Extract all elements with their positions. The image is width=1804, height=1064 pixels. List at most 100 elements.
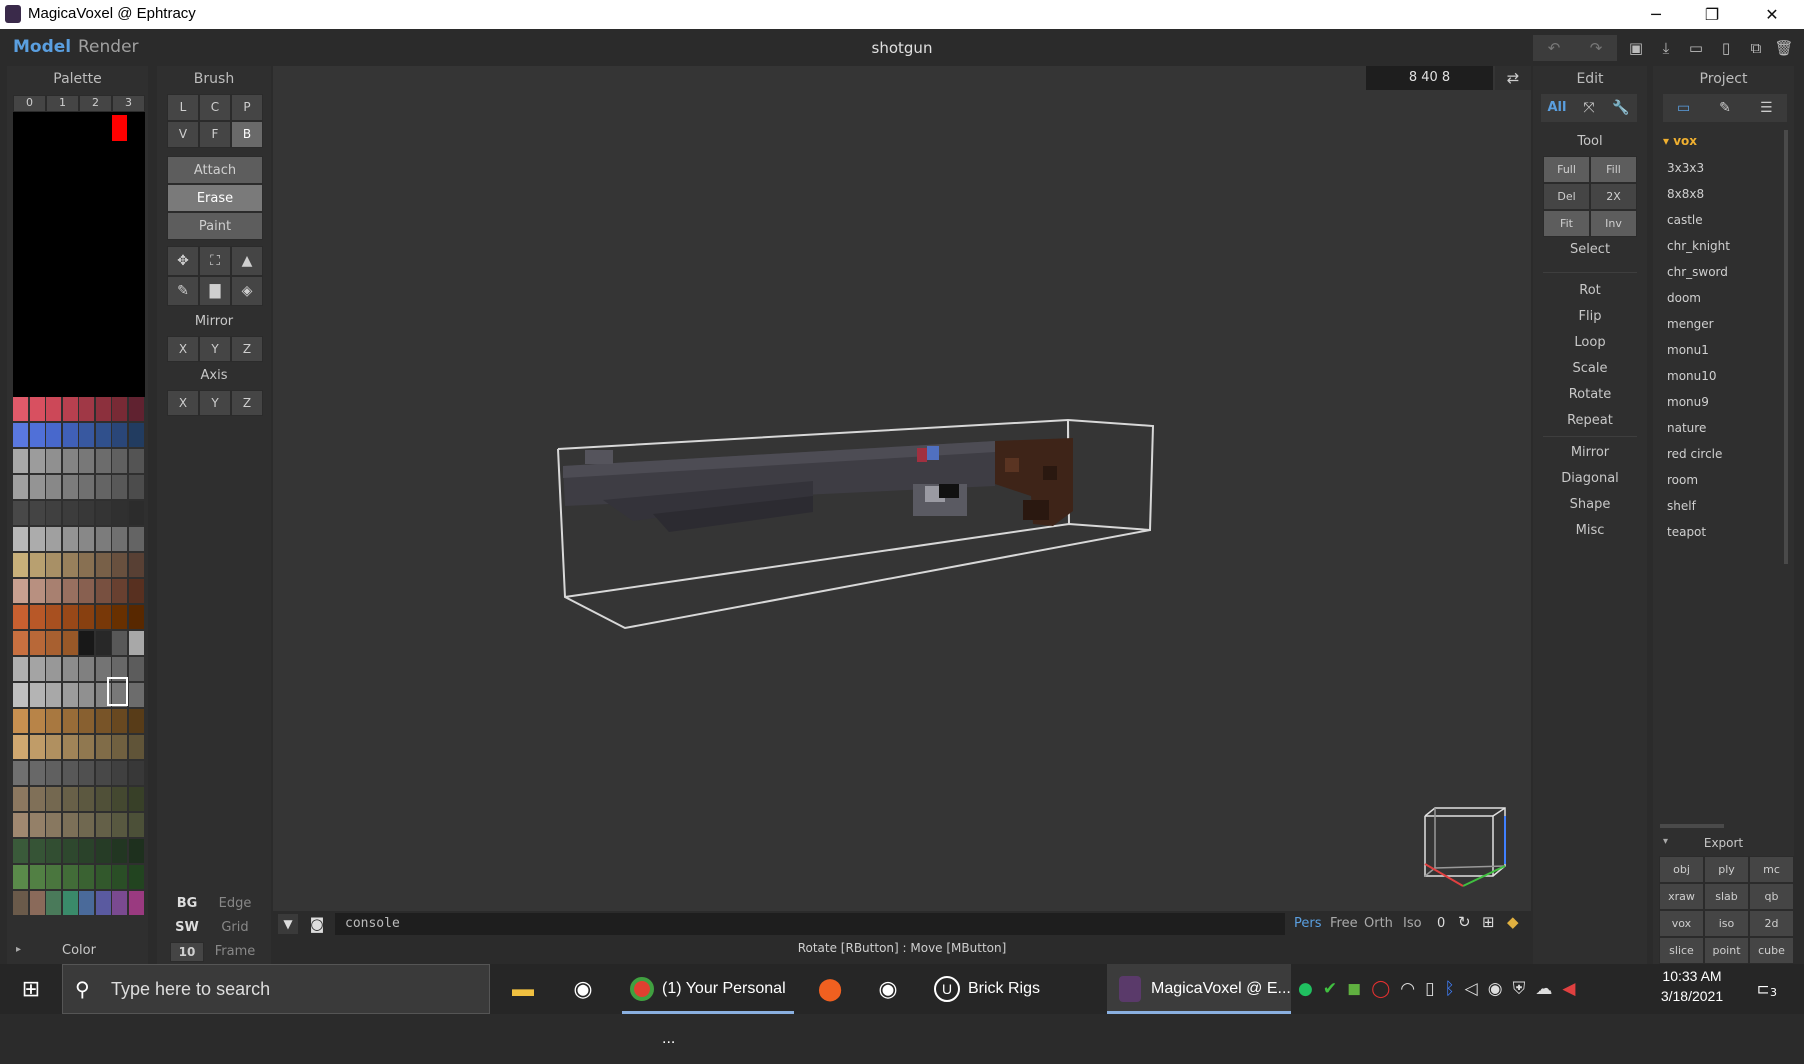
brush-mode-v[interactable]: V <box>167 121 199 148</box>
palette-swatch[interactable] <box>46 761 61 785</box>
save-icon[interactable]: ▣ <box>1622 35 1650 61</box>
palette-swatch[interactable] <box>95 709 111 733</box>
palette-swatch[interactable] <box>46 683 61 707</box>
palette-swatch[interactable] <box>13 891 28 915</box>
voxel-scene[interactable] <box>273 66 1531 911</box>
export-button[interactable]: vox <box>1659 910 1704 937</box>
select-box-icon[interactable]: ⛶ <box>199 246 231 276</box>
palette-swatch[interactable] <box>62 761 78 785</box>
edit-loop-button[interactable]: Loop <box>1533 330 1647 356</box>
blender-icon[interactable]: ⬤ <box>812 964 848 1014</box>
paint-button[interactable]: Paint <box>167 212 263 240</box>
palette-swatch[interactable] <box>95 605 111 629</box>
palette-swatch[interactable] <box>112 579 127 603</box>
palette-swatch[interactable] <box>13 865 28 889</box>
palette-swatch[interactable] <box>95 449 111 473</box>
tray-volume-icon[interactable]: ◁ <box>1465 979 1478 999</box>
palette-swatch[interactable] <box>79 839 94 863</box>
export-button[interactable]: obj <box>1659 856 1704 883</box>
palette-selected-swatch[interactable] <box>107 677 128 706</box>
palette-swatch[interactable] <box>79 761 94 785</box>
export-button[interactable]: mc <box>1749 856 1794 883</box>
steam-icon-2[interactable]: ◉ <box>870 964 906 1014</box>
taskbar-app-magicavoxel[interactable]: MagicaVoxel @ E... <box>1107 964 1291 1014</box>
export-button[interactable]: slab <box>1704 883 1749 910</box>
palette-swatch[interactable] <box>29 527 45 551</box>
folder-icon[interactable]: ▭ <box>1663 94 1704 122</box>
trash-icon[interactable]: ▇ <box>199 276 231 306</box>
erase-button[interactable]: Erase <box>167 184 263 212</box>
palette-swatch[interactable] <box>46 891 61 915</box>
project-item[interactable]: chr_knight <box>1667 239 1777 265</box>
expand-icon[interactable]: ⤧ <box>1573 94 1605 122</box>
palette-swatch[interactable] <box>46 735 61 759</box>
close-button[interactable]: ✕ <box>1746 0 1798 29</box>
tool-fill-button[interactable]: Fill <box>1590 156 1637 183</box>
view-mode-orth[interactable]: Orth <box>1364 916 1393 931</box>
text-icon[interactable]: ▲ <box>231 246 263 276</box>
edge-button[interactable]: Edge <box>207 892 263 916</box>
palette-swatch[interactable] <box>95 891 111 915</box>
undo-icon[interactable]: ↶ <box>1540 35 1568 61</box>
windows-start-icon[interactable]: ⊞ <box>14 964 48 1014</box>
open-folder-icon[interactable]: ▭ <box>1682 35 1710 61</box>
palette-swatch[interactable] <box>13 397 28 421</box>
palette-swatch[interactable] <box>29 657 45 681</box>
view-mode-pers[interactable]: Pers <box>1294 916 1322 931</box>
camera-icon[interactable]: ◙ <box>304 914 330 934</box>
palette-swatch[interactable] <box>13 449 28 473</box>
palette-swatch[interactable] <box>13 579 28 603</box>
restore-button[interactable]: ❐ <box>1686 0 1738 29</box>
palette-swatch[interactable] <box>62 865 78 889</box>
palette-swatch[interactable] <box>29 397 45 421</box>
project-item[interactable]: nature <box>1667 421 1777 447</box>
palette-swatch[interactable] <box>46 709 61 733</box>
palette-swatch[interactable] <box>29 891 45 915</box>
export-button[interactable]: 2d <box>1749 910 1794 937</box>
redo-icon[interactable]: ↷ <box>1582 35 1610 61</box>
palette-swatch[interactable] <box>13 683 28 707</box>
palette-swatch[interactable] <box>128 449 144 473</box>
palette-swatch[interactable] <box>112 813 127 837</box>
project-item[interactable]: monu9 <box>1667 395 1777 421</box>
download-icon[interactable]: ⤓ <box>1652 35 1680 61</box>
frame-size-input[interactable]: 10 <box>170 942 204 962</box>
palette-swatch[interactable] <box>79 735 94 759</box>
palette-page-0[interactable]: 0 <box>13 95 46 112</box>
palette-swatch[interactable] <box>29 605 45 629</box>
palette-swatch[interactable] <box>62 683 78 707</box>
palette-swatch[interactable] <box>29 813 45 837</box>
palette-page-1[interactable]: 1 <box>46 95 79 112</box>
mirror-x-button[interactable]: X <box>167 336 199 362</box>
palette-swatch[interactable] <box>95 397 111 421</box>
palette-swatch[interactable] <box>128 631 144 655</box>
palette-swatch[interactable] <box>29 787 45 811</box>
palette-swatch[interactable] <box>128 475 144 499</box>
project-item[interactable]: 3x3x3 <box>1667 161 1777 187</box>
copy-icon[interactable]: ⧉ <box>1742 35 1770 61</box>
export-button[interactable]: iso <box>1704 910 1749 937</box>
axis-y-button[interactable]: Y <box>199 390 231 416</box>
palette-swatch[interactable] <box>13 475 28 499</box>
palette-swatch[interactable] <box>62 579 78 603</box>
palette-swatch[interactable] <box>128 423 144 447</box>
project-item[interactable]: shelf <box>1667 499 1777 525</box>
edit-flip-button[interactable]: Flip <box>1533 304 1647 330</box>
tray-security-icon[interactable]: ⛨ <box>1513 979 1526 999</box>
orientation-cube[interactable] <box>1423 806 1513 890</box>
tray-nvidia-icon[interactable]: ◼ <box>1347 979 1361 999</box>
palette-swatch[interactable] <box>95 475 111 499</box>
palette-swatch[interactable] <box>128 735 144 759</box>
brush-mode-b[interactable]: B <box>231 121 263 148</box>
palette-swatch[interactable] <box>128 787 144 811</box>
palette-swatch[interactable] <box>29 501 45 525</box>
palette-swatch[interactable] <box>46 631 61 655</box>
axis-z-button[interactable]: Z <box>231 390 263 416</box>
palette-swatch[interactable] <box>112 553 127 577</box>
palette-swatch[interactable] <box>46 553 61 577</box>
project-item[interactable]: monu1 <box>1667 343 1777 369</box>
palette-swatch[interactable] <box>46 813 61 837</box>
edit-misc-button[interactable]: Misc <box>1533 518 1647 544</box>
palette-swatch[interactable] <box>13 839 28 863</box>
palette-swatch[interactable] <box>62 397 78 421</box>
